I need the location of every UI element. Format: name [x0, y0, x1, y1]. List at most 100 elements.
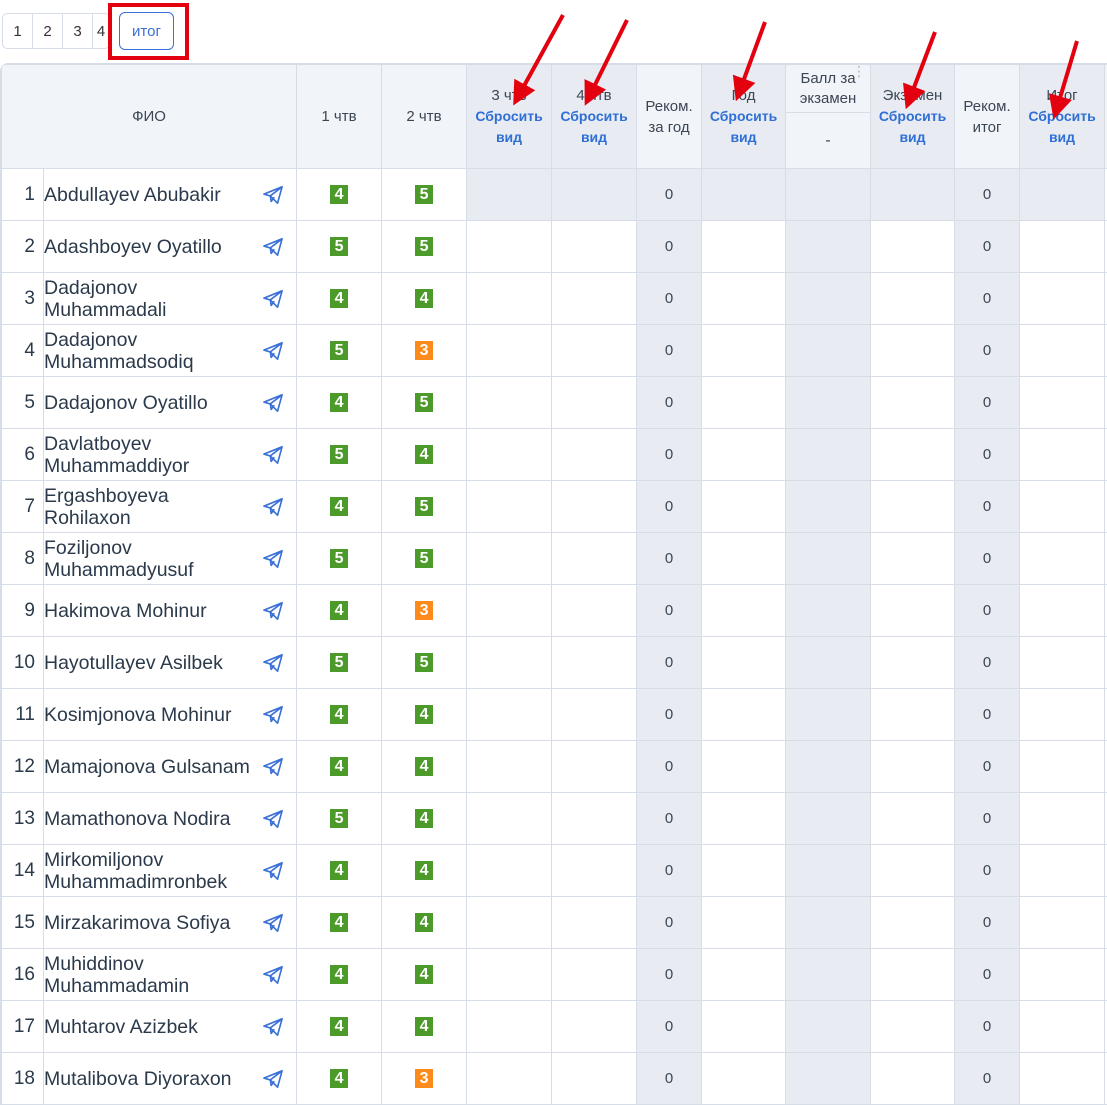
tab-2[interactable]: 2 — [33, 14, 63, 48]
itog-cell[interactable] — [1020, 377, 1105, 429]
exam-cell[interactable] — [871, 585, 955, 637]
god-cell[interactable] — [702, 741, 786, 793]
tab-4[interactable]: 4 — [93, 14, 109, 48]
paper-plane-icon[interactable] — [262, 185, 284, 205]
paper-plane-icon[interactable] — [262, 549, 284, 569]
itog-cell[interactable] — [1020, 689, 1105, 741]
itog-cell[interactable] — [1020, 1001, 1105, 1053]
exam-cell[interactable] — [871, 221, 955, 273]
student-name[interactable]: Dadajonov Muhammadsodiq — [44, 329, 252, 373]
grade-q1-cell[interactable]: 4 — [297, 585, 382, 637]
grade-q1-cell[interactable]: 5 — [297, 533, 382, 585]
paper-plane-icon[interactable] — [262, 445, 284, 465]
kebab-icon[interactable]: ⋮ — [852, 67, 866, 75]
grade-q2-cell[interactable]: 3 — [382, 585, 467, 637]
grade-q4-cell[interactable] — [552, 1001, 637, 1053]
itog-cell[interactable] — [1020, 637, 1105, 689]
grade-q3-cell[interactable] — [467, 273, 552, 325]
god-cell[interactable] — [702, 325, 786, 377]
col-header-q2[interactable]: 2 чтв — [382, 65, 467, 169]
student-name[interactable]: Kosimjonova Mohinur — [44, 704, 252, 726]
ball-exam-cell[interactable] — [786, 169, 871, 221]
grade-q3-cell[interactable] — [467, 585, 552, 637]
ball-exam-cell[interactable] — [786, 377, 871, 429]
itog-cell[interactable] — [1020, 1053, 1105, 1105]
itog-cell[interactable] — [1020, 845, 1105, 897]
student-name-cell[interactable]: Muhiddinov Muhammadamin — [44, 949, 297, 1001]
grade-q4-cell[interactable] — [552, 637, 637, 689]
paper-plane-icon[interactable] — [262, 1017, 284, 1037]
paper-plane-icon[interactable] — [262, 913, 284, 933]
grade-q3-cell[interactable] — [467, 377, 552, 429]
god-cell[interactable] — [702, 273, 786, 325]
grade-q1-cell[interactable]: 5 — [297, 325, 382, 377]
god-cell[interactable] — [702, 637, 786, 689]
col-header-ball-exam[interactable]: Балл за экзамен ⋮ - — [786, 65, 871, 169]
grade-q1-cell[interactable]: 5 — [297, 429, 382, 481]
paper-plane-icon[interactable] — [262, 809, 284, 829]
grade-q4-cell[interactable] — [552, 533, 637, 585]
god-cell[interactable] — [702, 689, 786, 741]
reset-view-q4-button[interactable]: Сбросить вид — [552, 106, 636, 148]
exam-cell[interactable] — [871, 949, 955, 1001]
tab-1[interactable]: 1 — [3, 14, 33, 48]
grade-q1-cell[interactable]: 4 — [297, 481, 382, 533]
paper-plane-icon[interactable] — [262, 861, 284, 881]
grade-q2-cell[interactable]: 5 — [382, 637, 467, 689]
student-name-cell[interactable]: Mirkomiljonov Muhammadimronbek — [44, 845, 297, 897]
grade-q2-cell[interactable]: 4 — [382, 429, 467, 481]
grade-q4-cell[interactable] — [552, 793, 637, 845]
student-name[interactable]: Dadajonov Oyatillo — [44, 392, 252, 414]
grade-q1-cell[interactable]: 4 — [297, 689, 382, 741]
student-name-cell[interactable]: Dadajonov Oyatillo — [44, 377, 297, 429]
grade-q3-cell[interactable] — [467, 325, 552, 377]
student-name-cell[interactable]: Muhtarov Azizbek — [44, 1001, 297, 1053]
student-name[interactable]: Muhiddinov Muhammadamin — [44, 953, 252, 997]
student-name[interactable]: Mamathonova Nodira — [44, 808, 252, 830]
grade-q4-cell[interactable] — [552, 429, 637, 481]
grade-q4-cell[interactable] — [552, 273, 637, 325]
ball-exam-cell[interactable] — [786, 533, 871, 585]
exam-cell[interactable] — [871, 325, 955, 377]
grade-q2-cell[interactable]: 4 — [382, 949, 467, 1001]
reset-view-exam-button[interactable]: Сбросить вид — [871, 106, 954, 148]
grade-q2-cell[interactable]: 4 — [382, 689, 467, 741]
student-name[interactable]: Hayotullayev Asilbek — [44, 652, 252, 674]
god-cell[interactable] — [702, 169, 786, 221]
student-name-cell[interactable]: Dadajonov Muhammadali — [44, 273, 297, 325]
grade-q3-cell[interactable] — [467, 637, 552, 689]
grade-q4-cell[interactable] — [552, 741, 637, 793]
student-name-cell[interactable]: Foziljonov Muhammadyusuf — [44, 533, 297, 585]
god-cell[interactable] — [702, 1001, 786, 1053]
itog-cell[interactable] — [1020, 793, 1105, 845]
itog-cell[interactable] — [1020, 481, 1105, 533]
itog-cell[interactable] — [1020, 949, 1105, 1001]
ball-exam-cell[interactable] — [786, 585, 871, 637]
grade-q1-cell[interactable]: 4 — [297, 273, 382, 325]
student-name-cell[interactable]: Kosimjonova Mohinur — [44, 689, 297, 741]
student-name[interactable]: Ergashboyeva Rohilaxon — [44, 485, 252, 529]
reset-view-god-button[interactable]: Сбросить вид — [702, 106, 785, 148]
grade-q1-cell[interactable]: 5 — [297, 793, 382, 845]
paper-plane-icon[interactable] — [262, 1069, 284, 1089]
grade-q3-cell[interactable] — [467, 689, 552, 741]
grade-q4-cell[interactable] — [552, 325, 637, 377]
ball-exam-cell[interactable] — [786, 845, 871, 897]
grade-q2-cell[interactable]: 5 — [382, 533, 467, 585]
itog-cell[interactable] — [1020, 741, 1105, 793]
ball-exam-cell[interactable] — [786, 637, 871, 689]
paper-plane-icon[interactable] — [262, 497, 284, 517]
grade-q2-cell[interactable]: 4 — [382, 273, 467, 325]
student-name[interactable]: Mirzakarimova Sofiya — [44, 912, 252, 934]
exam-cell[interactable] — [871, 533, 955, 585]
student-name[interactable]: Dadajonov Muhammadali — [44, 277, 252, 321]
grade-q3-cell[interactable] — [467, 533, 552, 585]
god-cell[interactable] — [702, 585, 786, 637]
exam-cell[interactable] — [871, 1001, 955, 1053]
exam-cell[interactable] — [871, 689, 955, 741]
grade-q1-cell[interactable]: 4 — [297, 845, 382, 897]
ball-exam-cell[interactable] — [786, 949, 871, 1001]
grade-q1-cell[interactable]: 4 — [297, 897, 382, 949]
paper-plane-icon[interactable] — [262, 653, 284, 673]
paper-plane-icon[interactable] — [262, 705, 284, 725]
